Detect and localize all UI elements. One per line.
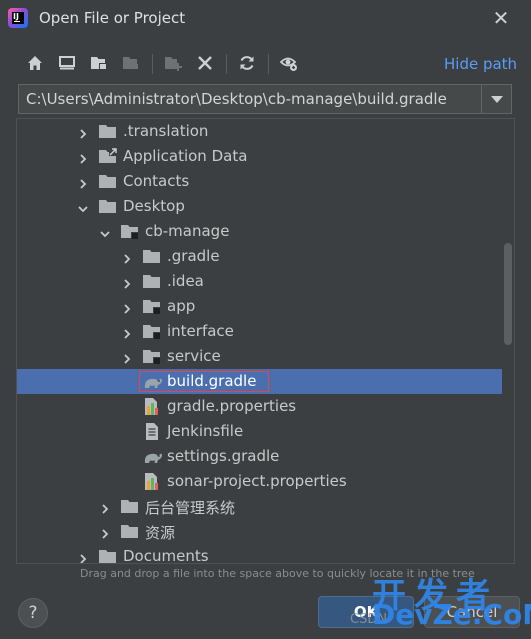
tree-row[interactable]: Jenkinsfile [17, 419, 502, 444]
folder-icon [143, 273, 161, 290]
tree-row[interactable]: .idea [17, 269, 502, 294]
tree-row-label: app [167, 297, 196, 315]
chevron-right-icon[interactable] [99, 500, 111, 514]
tree-row[interactable]: gradle.properties [17, 394, 502, 419]
tree-row[interactable]: .translation [17, 119, 502, 144]
tree-row-label: settings.gradle [167, 447, 280, 465]
desktop-button[interactable] [54, 50, 80, 76]
tree-row-label: 后台管理系统 [145, 499, 236, 517]
path-input[interactable]: C:\Users\Administrator\Desktop\cb-manage… [26, 90, 447, 108]
delete-icon [198, 56, 212, 70]
tree-row-label: Contacts [123, 172, 190, 190]
refresh-button[interactable] [234, 50, 260, 76]
dialog-title: Open File or Project [39, 9, 186, 27]
project-directory-button[interactable] [86, 50, 112, 76]
tree-row-label: interface [167, 322, 234, 340]
tree-row-label: sonar-project.properties [167, 472, 347, 490]
tree-row[interactable]: Documents [17, 544, 502, 564]
chevron-right-icon[interactable] [77, 175, 89, 189]
chevron-right-icon[interactable] [121, 325, 133, 339]
folder-icon [143, 248, 161, 265]
watermark-domain: DevZe.CoM [372, 598, 531, 631]
desktop-icon [59, 56, 75, 70]
module-folder-icon [121, 223, 139, 240]
file-tree[interactable]: .translation Application Data Contacts Desk… [16, 118, 515, 564]
title-bar: IJ Open File or Project ✕ [0, 0, 531, 38]
tree-row[interactable]: Contacts [17, 169, 502, 194]
tree-row-label: Jenkinsfile [167, 422, 244, 440]
intellij-logo-icon: IJ [8, 8, 28, 28]
delete-button[interactable] [192, 50, 218, 76]
linked-folder-icon [99, 148, 117, 165]
project-folder-icon [91, 57, 107, 70]
tree-scrollbar-thumb[interactable] [504, 243, 512, 345]
chevron-down-icon[interactable] [99, 225, 111, 238]
module-folder-icon [143, 298, 161, 315]
chevron-right-icon[interactable] [121, 350, 133, 364]
chevron-right-icon[interactable] [77, 150, 89, 164]
path-dropdown-button[interactable] [481, 85, 511, 113]
tree-row-label: 资源 [145, 524, 176, 542]
tree-row-label: .idea [167, 272, 204, 290]
module-folder-icon [123, 57, 138, 69]
tree-row[interactable]: 后台管理系统 [17, 494, 502, 519]
chevron-down-icon[interactable] [77, 200, 89, 213]
tree-row-label: Application Data [123, 147, 248, 165]
gradle-elephant-icon [143, 448, 162, 465]
selection-highlight-box [139, 371, 269, 392]
properties-file-icon [143, 398, 161, 415]
refresh-icon [240, 56, 254, 70]
home-icon [28, 56, 42, 70]
tree-row-label: Desktop [123, 197, 185, 215]
tree-row-label: Documents [123, 547, 209, 564]
properties-file-icon [143, 473, 161, 490]
tree-row[interactable]: service [17, 344, 502, 369]
folder-icon [121, 498, 139, 515]
tree-row[interactable]: 资源 [17, 519, 502, 544]
chevron-right-icon[interactable] [121, 275, 133, 289]
folder-icon [99, 548, 117, 563]
tree-row[interactable]: Desktop [17, 194, 502, 219]
chevron-right-icon[interactable] [121, 300, 133, 314]
help-button[interactable]: ? [18, 598, 48, 628]
toolbar-separator [268, 54, 269, 74]
chevron-right-icon[interactable] [99, 525, 111, 539]
tree-row-label: .translation [123, 122, 209, 140]
path-combobox[interactable]: C:\Users\Administrator\Desktop\cb-manage… [18, 84, 512, 114]
module-directory-button [118, 50, 144, 76]
folder-icon [99, 198, 117, 215]
folder-icon [99, 123, 117, 140]
new-folder-icon [165, 57, 182, 71]
tree-row-label: cb-manage [145, 222, 230, 240]
new-folder-button [160, 50, 186, 76]
module-folder-icon [143, 348, 161, 365]
close-icon[interactable]: ✕ [490, 7, 512, 29]
chevron-down-icon [491, 96, 503, 103]
tree-row[interactable]: sonar-project.properties [17, 469, 502, 494]
tree-row-selected[interactable]: build.gradle [17, 369, 502, 394]
toolbar: Hide path [0, 46, 531, 80]
tree-row[interactable]: Application Data [17, 144, 502, 169]
chevron-right-icon[interactable] [121, 250, 133, 264]
chevron-right-icon[interactable] [77, 550, 89, 563]
tree-row-label: .gradle [167, 247, 220, 265]
toolbar-separator [152, 54, 153, 74]
tree-row-label: gradle.properties [167, 397, 297, 415]
tree-row[interactable]: cb-manage [17, 219, 502, 244]
show-hidden-files-button[interactable] [276, 50, 302, 76]
folder-icon [121, 523, 139, 540]
tree-row[interactable]: .gradle [17, 244, 502, 269]
text-file-icon [143, 423, 161, 440]
tree-row[interactable]: app [17, 294, 502, 319]
home-button[interactable] [22, 50, 48, 76]
folder-icon [99, 173, 117, 190]
show-hidden-icon [280, 57, 297, 71]
tree-row[interactable]: settings.gradle [17, 444, 502, 469]
chevron-right-icon[interactable] [77, 125, 89, 139]
module-folder-icon [143, 323, 161, 340]
hide-path-link[interactable]: Hide path [444, 55, 517, 73]
tree-row[interactable]: interface [17, 319, 502, 344]
tree-row-label: service [167, 347, 221, 365]
toolbar-separator [226, 54, 227, 74]
